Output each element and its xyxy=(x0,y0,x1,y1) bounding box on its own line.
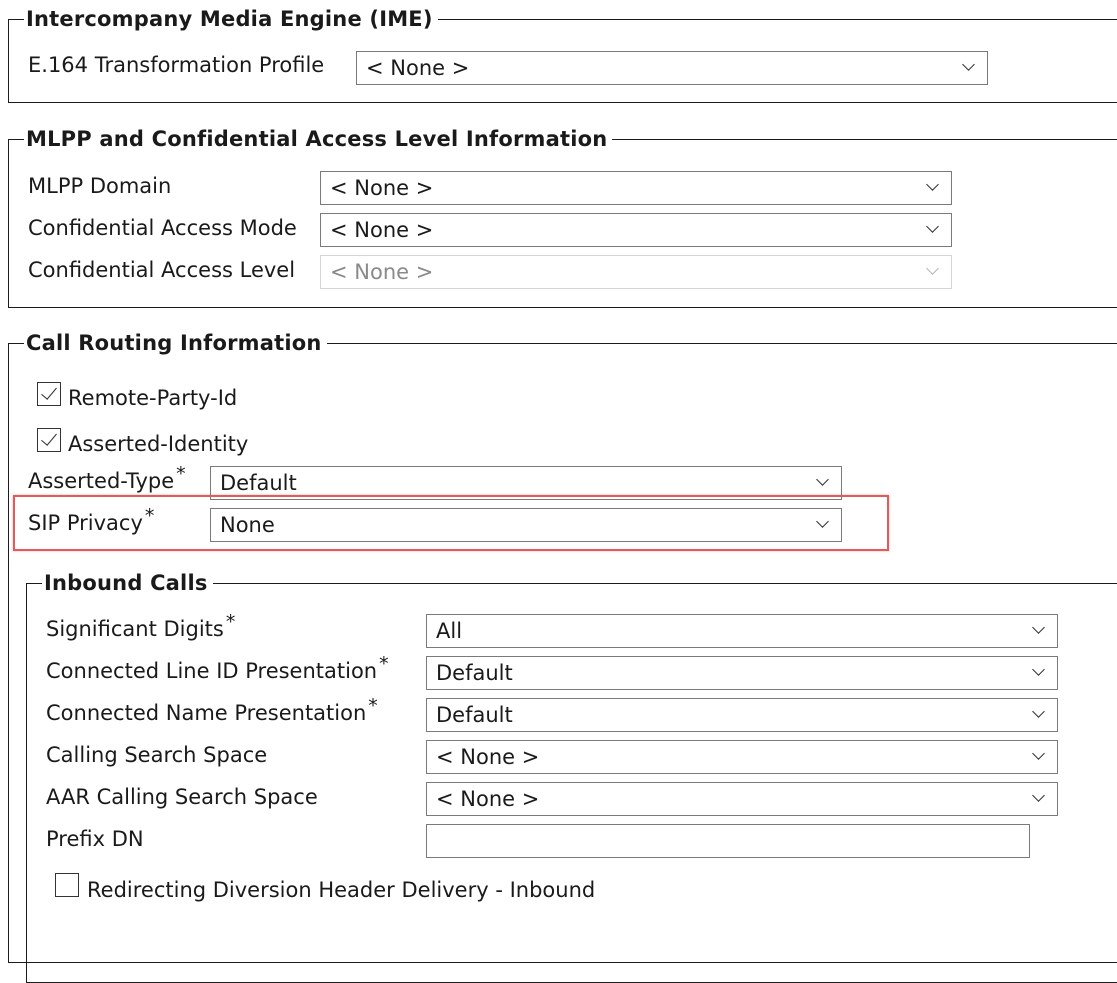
confidential-access-level-label: Confidential Access Level xyxy=(28,258,296,282)
chevron-down-icon xyxy=(816,515,829,528)
required-marker: * xyxy=(379,653,389,675)
connected-name-presentation-select[interactable]: Default xyxy=(426,698,1058,732)
connected-name-presentation-label: Connected Name Presentation * xyxy=(46,695,378,726)
asserted-identity-label: Asserted-Identity xyxy=(68,432,249,456)
calling-search-space-label: Calling Search Space xyxy=(46,743,268,767)
inbound-calls-legend: Inbound Calls xyxy=(42,571,213,595)
sip-privacy-value: None xyxy=(220,513,275,537)
significant-digits-label-text: Significant Digits xyxy=(46,617,224,641)
mlpp-domain-value: < None > xyxy=(330,176,434,200)
confidential-access-mode-value: < None > xyxy=(330,218,434,242)
aar-calling-search-space-value: < None > xyxy=(436,787,540,811)
significant-digits-select[interactable]: All xyxy=(426,614,1058,648)
chevron-down-icon xyxy=(926,178,939,191)
required-marker: * xyxy=(368,695,378,717)
connected-name-presentation-label-text: Connected Name Presentation xyxy=(46,701,367,725)
chevron-down-icon xyxy=(926,262,939,275)
mlpp-legend: MLPP and Confidential Access Level Infor… xyxy=(24,127,613,151)
chevron-down-icon xyxy=(1032,621,1045,634)
asserted-identity-checkbox[interactable] xyxy=(37,428,61,452)
aar-calling-search-space-label: AAR Calling Search Space xyxy=(46,785,318,809)
remote-party-id-label: Remote-Party-Id xyxy=(68,386,238,410)
redirecting-diversion-header-delivery-inbound-checkbox[interactable] xyxy=(55,873,79,897)
prefix-dn-label: Prefix DN xyxy=(46,827,144,851)
e164-transformation-profile-select[interactable]: < None > xyxy=(356,51,988,85)
ime-legend: Intercompany Media Engine (IME) xyxy=(24,7,438,31)
chevron-down-icon xyxy=(1032,663,1045,676)
remote-party-id-checkbox[interactable] xyxy=(37,382,61,406)
mlpp-domain-label: MLPP Domain xyxy=(28,174,172,198)
calling-search-space-select[interactable]: < None > xyxy=(426,740,1058,774)
asserted-type-value: Default xyxy=(220,471,297,495)
mlpp-domain-select[interactable]: < None > xyxy=(320,171,952,205)
significant-digits-value: All xyxy=(436,619,463,643)
redirecting-diversion-header-delivery-inbound-label: Redirecting Diversion Header Delivery - … xyxy=(87,878,596,902)
confidential-access-level-select: < None > xyxy=(320,255,952,289)
checkmark-icon xyxy=(41,429,57,446)
calling-search-space-value: < None > xyxy=(436,745,540,769)
sip-privacy-label: SIP Privacy * xyxy=(28,505,155,536)
connected-line-id-presentation-label-text: Connected Line ID Presentation xyxy=(46,659,378,683)
e164-transformation-profile-label: E.164 Transformation Profile xyxy=(28,53,325,77)
connected-line-id-presentation-select[interactable]: Default xyxy=(426,656,1058,690)
confidential-access-level-value: < None > xyxy=(330,260,434,284)
aar-calling-search-space-select[interactable]: < None > xyxy=(426,782,1058,816)
prefix-dn-input[interactable] xyxy=(426,824,1030,858)
chevron-down-icon xyxy=(816,473,829,486)
significant-digits-label: Significant Digits * xyxy=(46,611,236,642)
sip-privacy-select[interactable]: None xyxy=(210,508,842,542)
connected-line-id-presentation-label: Connected Line ID Presentation * xyxy=(46,653,389,684)
required-marker: * xyxy=(225,611,236,633)
connected-line-id-presentation-value: Default xyxy=(436,661,513,685)
chevron-down-icon xyxy=(1032,747,1045,760)
chevron-down-icon xyxy=(962,58,975,71)
asserted-type-label: Asserted-Type * xyxy=(28,463,186,494)
connected-name-presentation-value: Default xyxy=(436,703,513,727)
e164-transformation-profile-value: < None > xyxy=(366,56,470,80)
asserted-type-label-text: Asserted-Type xyxy=(28,469,175,493)
confidential-access-mode-label: Confidential Access Mode xyxy=(28,216,297,240)
chevron-down-icon xyxy=(926,220,939,233)
checkmark-icon xyxy=(41,383,57,400)
sip-privacy-label-text: SIP Privacy xyxy=(28,511,143,535)
call-routing-legend: Call Routing Information xyxy=(24,331,327,355)
required-marker: * xyxy=(176,463,186,485)
chevron-down-icon xyxy=(1032,705,1045,718)
confidential-access-mode-select[interactable]: < None > xyxy=(320,213,952,247)
required-marker: * xyxy=(144,505,155,527)
chevron-down-icon xyxy=(1032,789,1045,802)
